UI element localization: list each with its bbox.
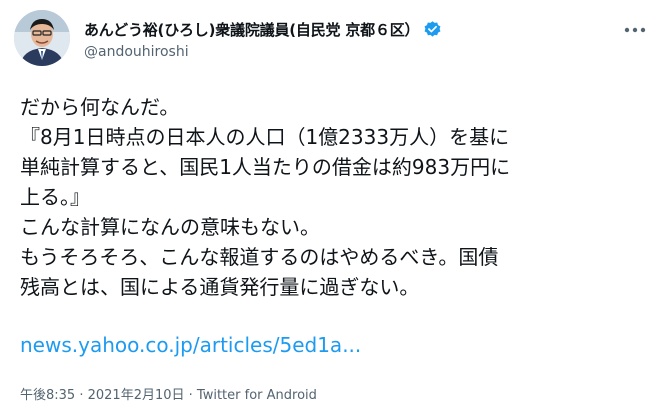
tweet-line: こんな計算になんの意味もない。 (20, 215, 320, 239)
more-dots-icon (624, 27, 646, 33)
tweet-text: だから何なんだ。 『8月1日時点の日本人の人口（1億2333万人）を基に 単純計… (20, 92, 660, 302)
tweet-meta: 午後8:35 · 2021年2月10日 · Twitter for Androi… (20, 384, 317, 403)
tweet-line: だから何なんだ。 (20, 95, 180, 119)
article-link[interactable]: news.yahoo.co.jp/articles/5ed1a... (20, 330, 361, 360)
verified-badge-icon (423, 20, 442, 39)
tweet-time[interactable]: 午後8:35 (20, 388, 75, 403)
tweet-line: もうそろそろ、こんな報道するのはやめるべき。国債 (20, 245, 499, 269)
tweet-line: 残高とは、国による通貨発行量に過ぎない。 (20, 275, 420, 299)
tweet-source: Twitter for Android (196, 388, 317, 403)
avatar[interactable] (14, 10, 70, 66)
tweet-line: 上る。』 (20, 185, 90, 209)
meta-separator: · (75, 388, 88, 403)
more-button[interactable] (620, 20, 650, 40)
avatar-photo (14, 10, 70, 66)
display-name[interactable]: あんどう裕(ひろし)衆議院議員(自民党 京都６区） (84, 19, 420, 40)
username[interactable]: @andouhiroshi (84, 44, 189, 60)
tweet-date[interactable]: 2021年2月10日 (88, 388, 185, 403)
tweet-line: 単純計算すると、国民1人当たりの借金は約983万円に (20, 155, 511, 179)
tweet-line: 『8月1日時点の日本人の人口（1億2333万人）を基に (20, 125, 510, 149)
author-name-row[interactable]: あんどう裕(ひろし)衆議院議員(自民党 京都６区） (84, 19, 442, 40)
meta-separator: · (184, 388, 197, 403)
